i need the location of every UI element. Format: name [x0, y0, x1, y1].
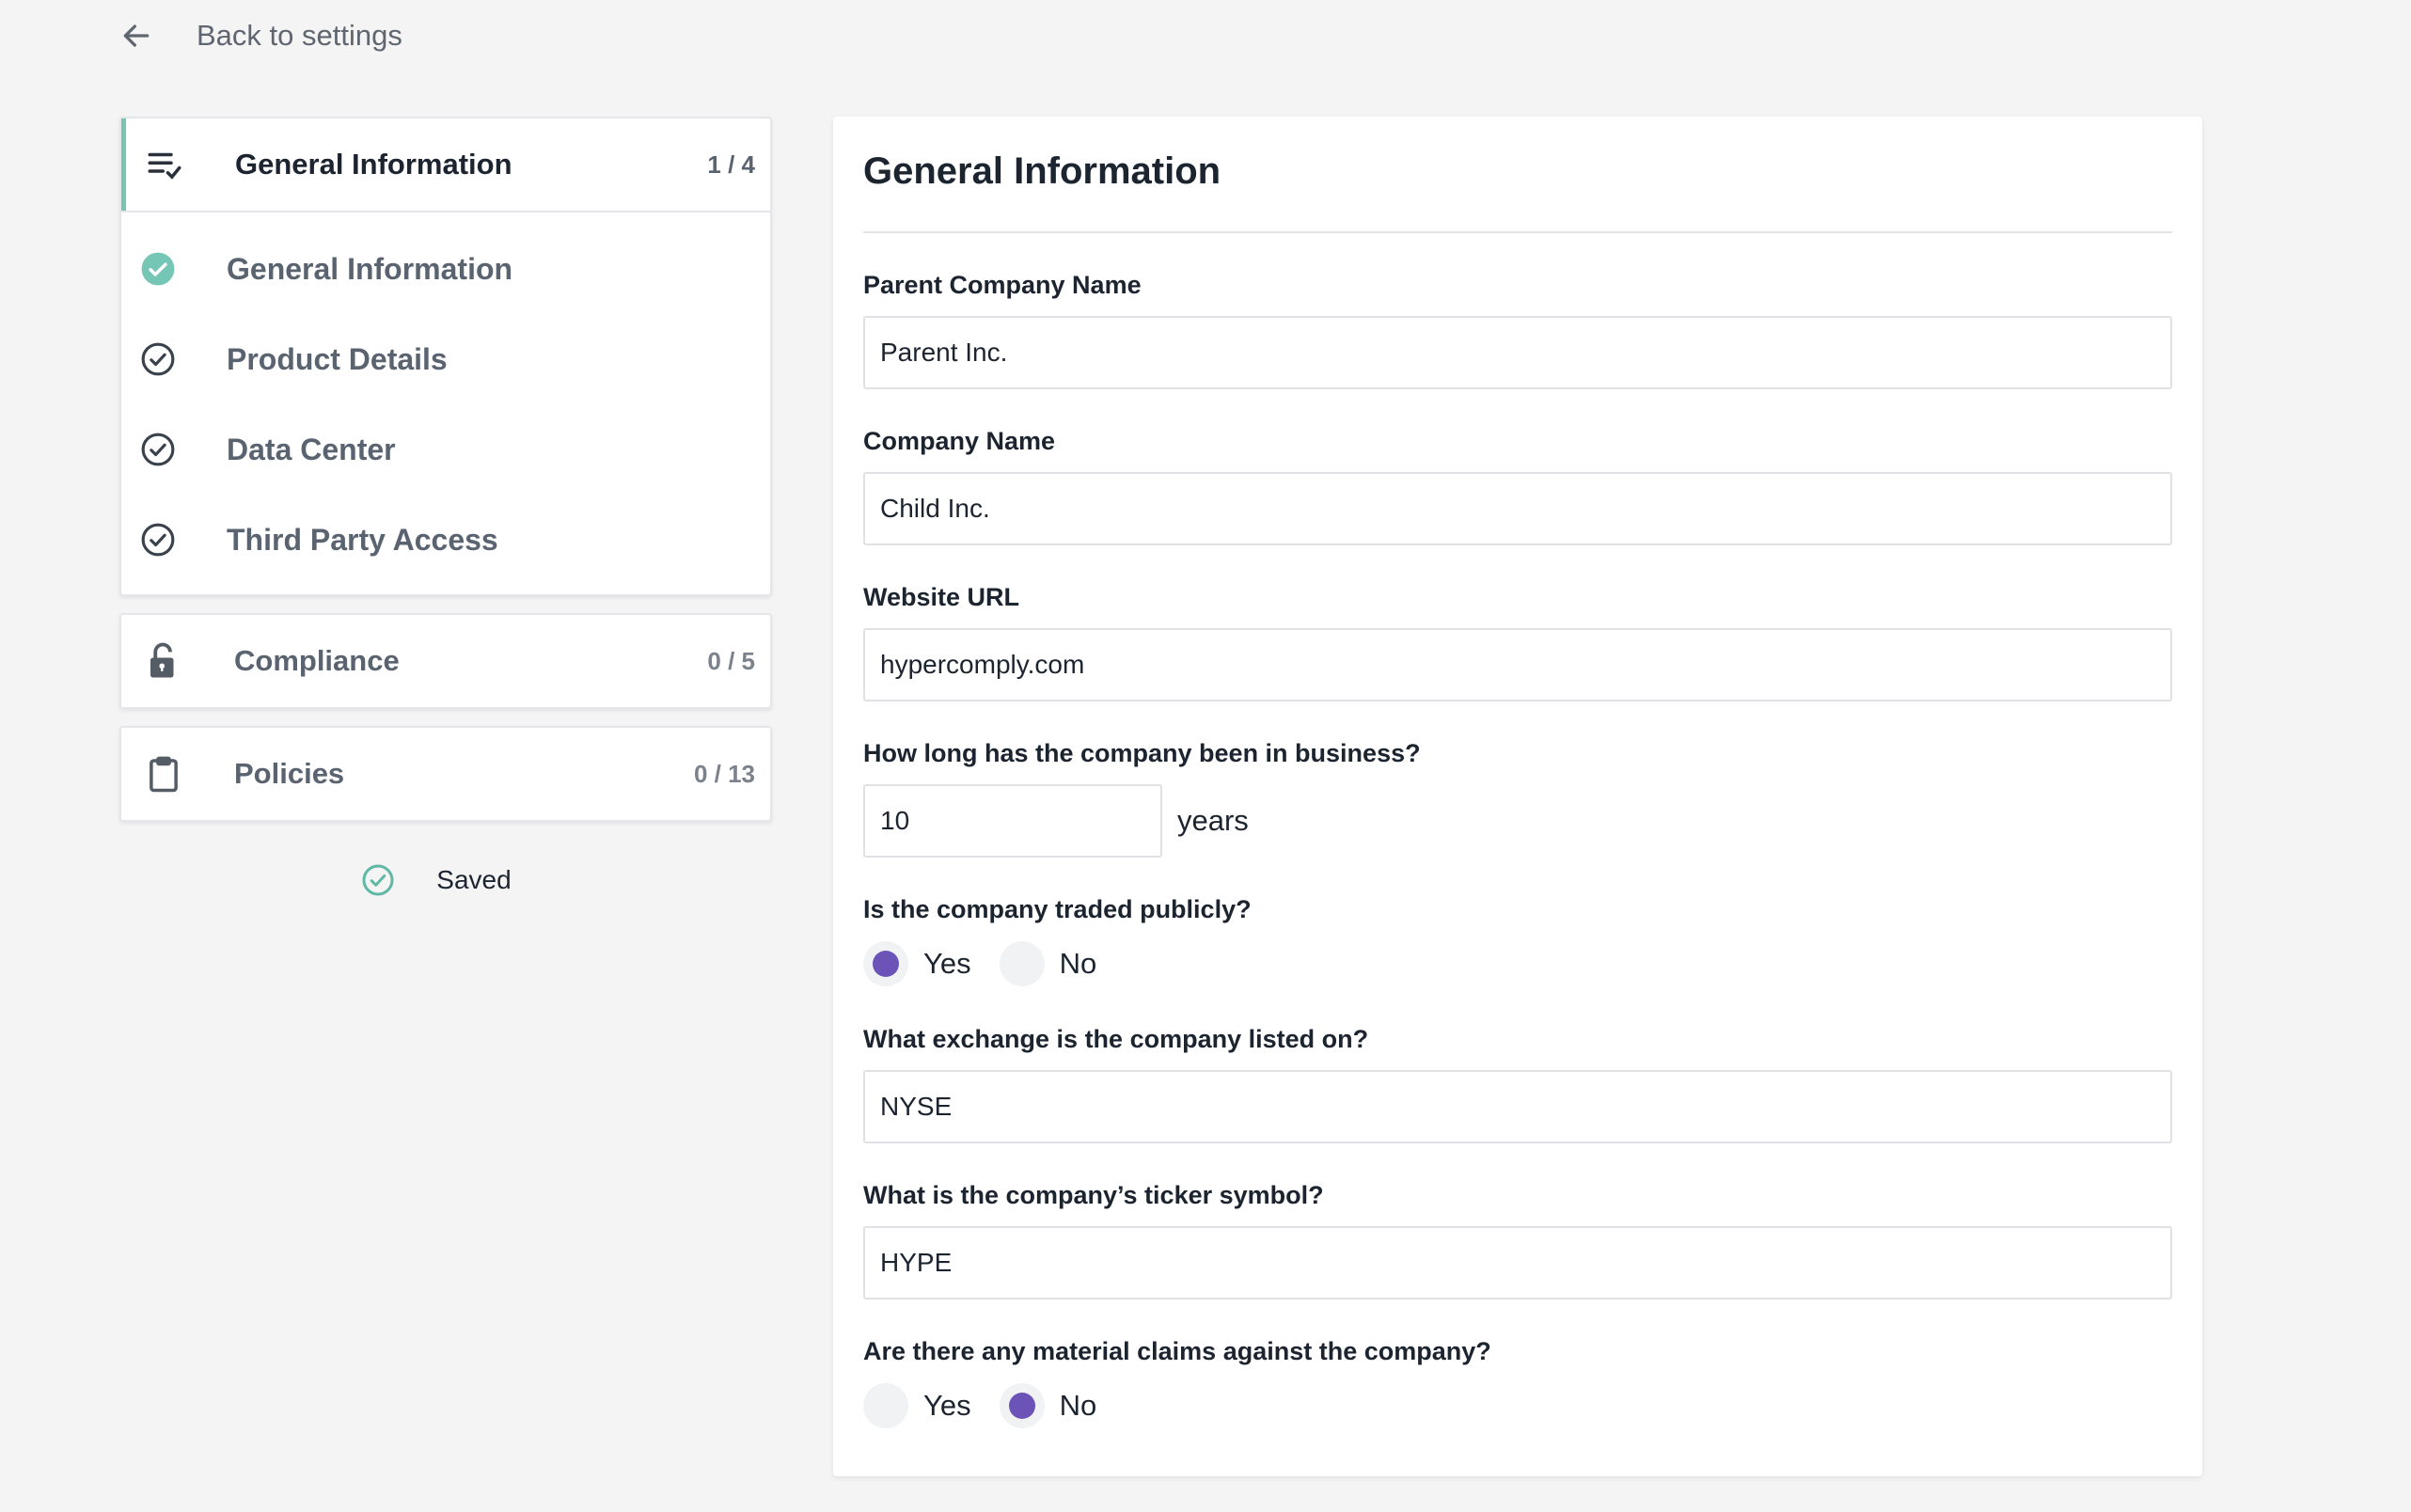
field-label: How long has the company been in busines… [863, 739, 1421, 767]
sub-item-product-details[interactable]: Product Details [121, 314, 770, 404]
check-circle-outline-icon [362, 864, 394, 896]
clipboard-icon [150, 756, 178, 793]
sub-item-label: Data Center [227, 432, 396, 466]
field-parent-company: Parent Company Name [863, 271, 2172, 389]
sub-item-third-party-access[interactable]: Third Party Access [121, 495, 770, 585]
field-company-name: Company Name [863, 427, 2172, 545]
years-input[interactable] [863, 784, 1162, 858]
unlock-icon [150, 642, 174, 678]
field-material-claims: Are there any material claims against th… [863, 1337, 2172, 1428]
check-circle-outline-icon [141, 523, 175, 557]
years-unit: years [1177, 804, 1249, 837]
saved-label: Saved [436, 865, 512, 894]
section-title: Compliance [234, 644, 400, 677]
sub-item-data-center[interactable]: Data Center [121, 404, 770, 495]
field-traded-publicly: Is the company traded publicly? Yes No [863, 895, 2172, 986]
field-website: Website URL [863, 583, 2172, 701]
field-label: Company Name [863, 427, 1056, 455]
field-label: Are there any material claims against th… [863, 1337, 1491, 1365]
section-card-general: General Information 1 / 4 General Inform… [119, 117, 772, 596]
arrow-left-icon [123, 24, 150, 47]
checklist-icon [148, 152, 181, 180]
section-items: General Information Product Details Data… [121, 211, 770, 594]
back-to-settings-link[interactable]: Back to settings [118, 17, 402, 55]
traded-yes-radio[interactable] [863, 941, 908, 986]
field-label: Parent Company Name [863, 271, 1142, 299]
section-title: General Information [235, 148, 512, 181]
section-header-general[interactable]: General Information 1 / 4 [121, 118, 770, 211]
sub-item-general-information[interactable]: General Information [121, 224, 770, 314]
exchange-input[interactable] [863, 1070, 2172, 1143]
sub-item-label: Product Details [227, 341, 448, 376]
check-circle-filled-icon [141, 252, 175, 286]
section-card-policies: Policies 0 / 13 [119, 726, 772, 822]
section-count: 1 / 4 [707, 150, 755, 179]
back-link-label: Back to settings [197, 19, 402, 52]
company-name-input[interactable] [863, 472, 2172, 545]
traded-no-radio[interactable] [999, 941, 1045, 986]
sidebar: General Information 1 / 4 General Inform… [119, 117, 772, 897]
radio-label: No [1059, 1389, 1097, 1422]
section-count: 0 / 5 [707, 646, 755, 675]
claims-no-radio[interactable] [999, 1383, 1045, 1428]
sub-item-label: General Information [227, 251, 513, 286]
claims-yes-radio[interactable] [863, 1383, 908, 1428]
field-exchange: What exchange is the company listed on? [863, 1025, 2172, 1143]
website-url-input[interactable] [863, 628, 2172, 701]
sub-item-label: Third Party Access [227, 522, 498, 557]
section-count: 0 / 13 [693, 759, 755, 788]
field-label: Website URL [863, 583, 1020, 611]
ticker-input[interactable] [863, 1226, 2172, 1299]
check-circle-outline-icon [141, 433, 175, 466]
field-ticker: What is the company’s ticker symbol? [863, 1181, 2172, 1299]
field-label: What exchange is the company listed on? [863, 1025, 1369, 1053]
saved-status: Saved [101, 863, 772, 897]
general-information-form: General Information Parent Company Name … [833, 117, 2202, 1476]
field-label: What is the company’s ticker symbol? [863, 1181, 1324, 1209]
check-circle-outline-icon [141, 342, 175, 376]
radio-label: Yes [923, 947, 971, 980]
form-title: General Information [863, 117, 2172, 233]
section-card-compliance: Compliance 0 / 5 [119, 613, 772, 709]
radio-label: No [1059, 947, 1097, 980]
section-header-compliance[interactable]: Compliance 0 / 5 [121, 615, 770, 707]
section-title: Policies [234, 757, 345, 790]
radio-label: Yes [923, 1389, 971, 1422]
section-header-policies[interactable]: Policies 0 / 13 [121, 728, 770, 820]
parent-company-input[interactable] [863, 316, 2172, 389]
field-label: Is the company traded publicly? [863, 895, 1252, 923]
field-years-in-business: How long has the company been in busines… [863, 739, 2172, 858]
